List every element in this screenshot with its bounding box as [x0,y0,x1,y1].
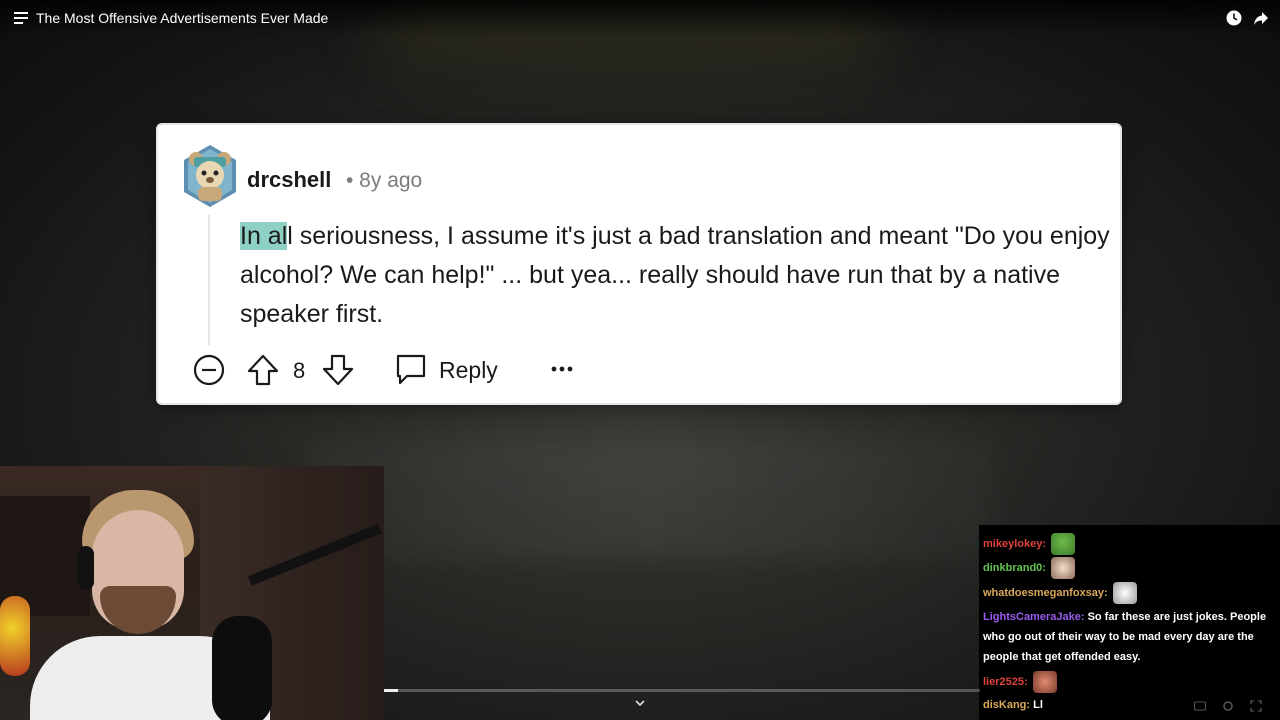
vote-score: 8 [293,358,306,383]
collapse-icon[interactable] [192,353,226,387]
plush-toy [0,596,30,676]
text-selection-highlight: In al [240,222,288,250]
menu-icon[interactable] [14,12,28,24]
chat-username: lier2525: [983,675,1028,688]
subtitles-icon[interactable] [1194,700,1206,712]
more-options-icon[interactable] [550,357,574,381]
video-progress-fill [384,689,398,692]
horse-emote-icon [1112,582,1137,604]
upvote-icon[interactable] [247,353,279,387]
chat-username: dinkbrand0: [983,561,1046,574]
video-progress-bar[interactable] [384,689,980,692]
streamer-beard [100,586,176,634]
background-blurred-content [300,440,1000,560]
headphone-icon [78,546,94,590]
chat-text: Ll [1033,699,1043,711]
chat-username: disKang: [983,699,1031,711]
thread-line[interactable] [208,215,210,345]
comment-card: drcshell • 8y ago In all seriousness, I … [158,125,1120,403]
settings-icon[interactable] [1222,700,1234,712]
reply-button[interactable]: Reply [439,357,498,384]
chat-message: LightsCameraJake: So far these are just … [983,607,1273,667]
chat-username: whatdoesmeganfoxsay: [983,586,1108,599]
chat-message: whatdoesmeganfoxsay: [983,582,1137,604]
microphone [212,616,272,720]
webcam-overlay [0,466,384,720]
chevron-down-icon[interactable] [634,698,646,708]
video-title[interactable]: The Most Offensive Advertisements Ever M… [36,10,328,26]
comment-body-text: l seriousness, I assume it's just a bad … [240,222,1110,328]
chat-overlay: mikeylokey: dinkbrand0: whatdoesmeganfox… [979,525,1280,720]
face-emote-icon [1051,557,1076,579]
chat-message: lier2525: [983,671,1057,693]
video-top-bar: The Most Offensive Advertisements Ever M… [0,0,1280,36]
comment-actions: 8 Reply [192,351,1072,391]
share-icon[interactable] [1253,10,1269,26]
chat-message: mikeylokey: [983,533,1076,555]
clock-icon[interactable] [1226,10,1242,26]
chat-message: dinkbrand0: [983,557,1076,579]
comment-username[interactable]: drcshell [247,167,331,193]
pepe-emote-icon [1051,533,1076,555]
chat-message: disKang: Ll [983,695,1043,715]
reply-icon[interactable] [395,353,427,385]
chat-username: LightsCameraJake: [983,611,1085,623]
fullscreen-icon[interactable] [1250,700,1262,712]
chat-username: mikeylokey: [983,537,1046,550]
face-emote-icon [1032,671,1057,693]
avatar[interactable] [182,143,238,209]
comment-timestamp: • 8y ago [346,169,423,192]
comment-body: In all seriousness, I assume it's just a… [240,217,1110,334]
downvote-icon[interactable] [322,353,354,387]
